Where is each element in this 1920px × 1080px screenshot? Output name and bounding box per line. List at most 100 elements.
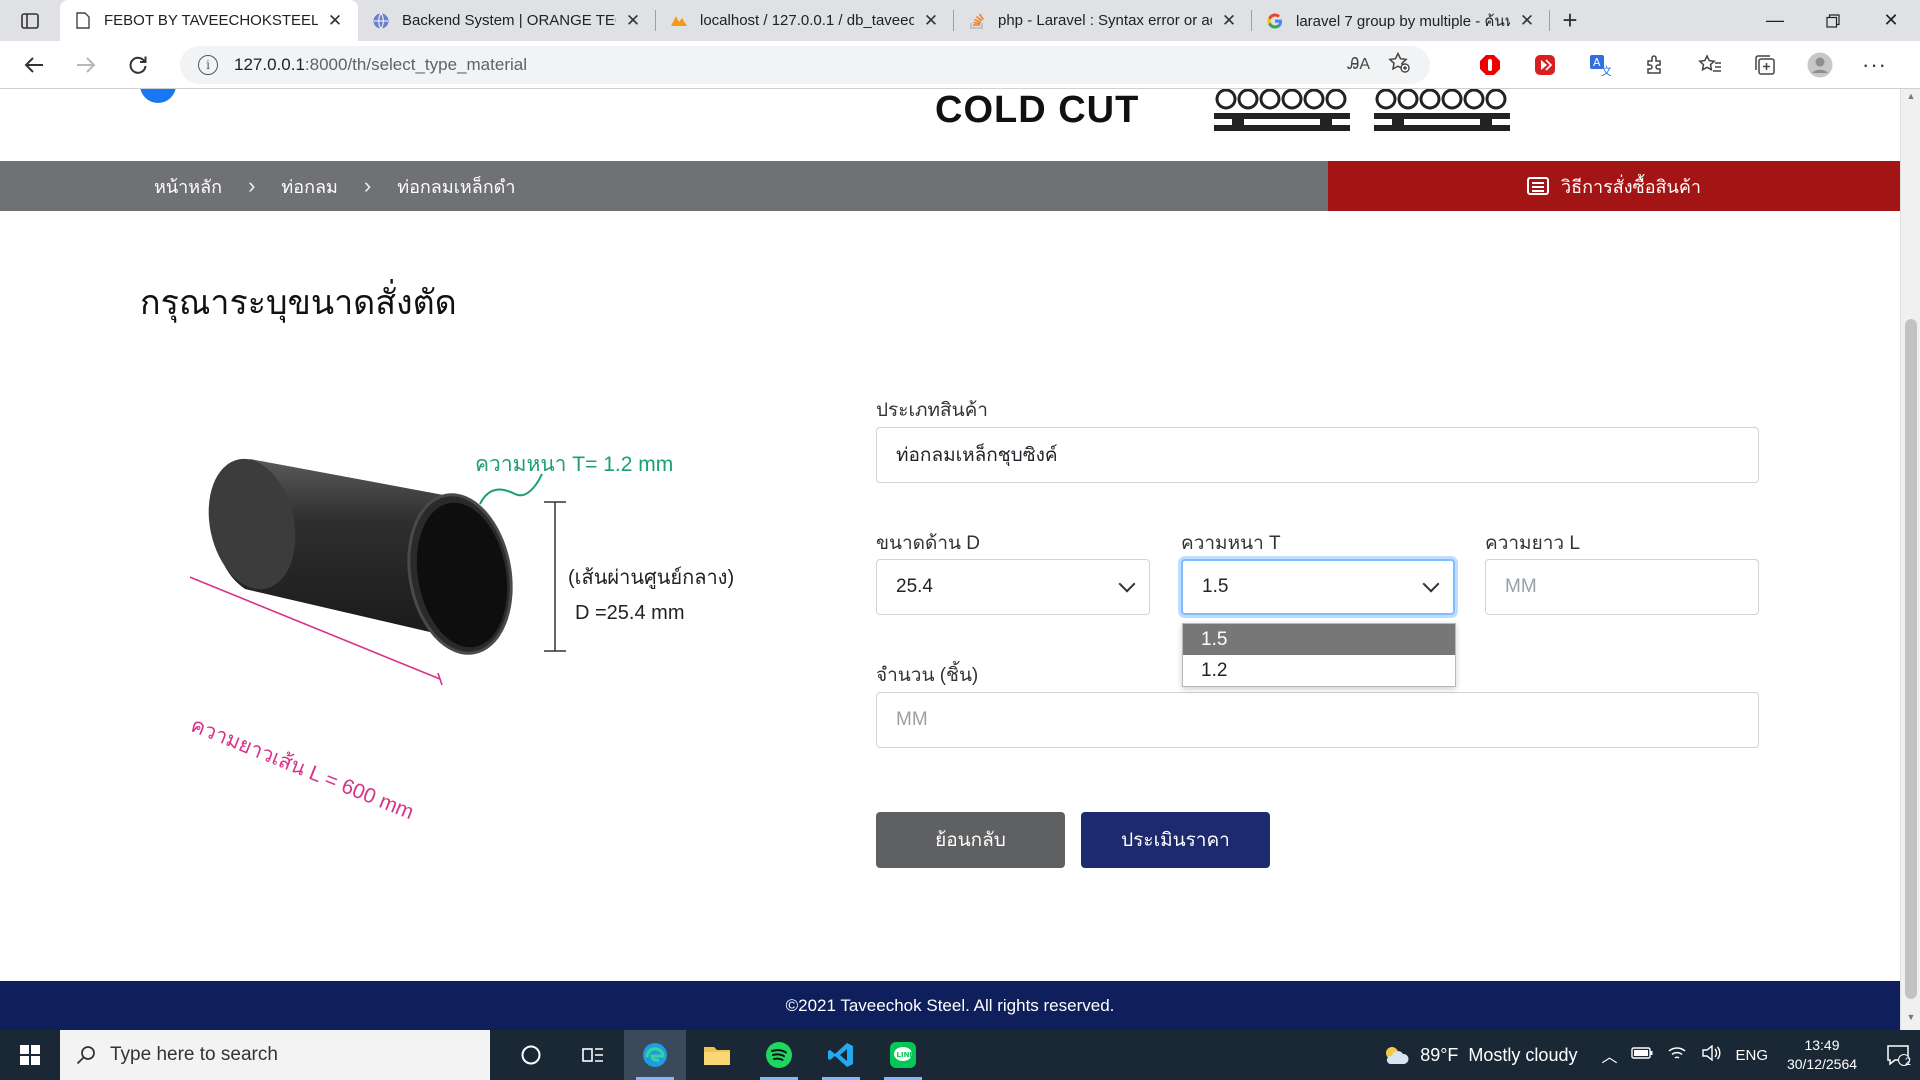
facebook-icon[interactable] — [140, 89, 176, 103]
volume-icon[interactable] — [1701, 1044, 1721, 1066]
chevron-down-icon — [1422, 575, 1440, 593]
collections-icon[interactable] — [1737, 41, 1792, 89]
thickness-label: ความหนา T — [1181, 533, 1281, 554]
read-aloud-icon[interactable]: ᎯA — [1348, 56, 1370, 74]
url-path: :8000/th/select_type_material — [304, 55, 527, 74]
stackoverflow-icon — [968, 12, 986, 30]
minimize-icon[interactable]: — — [1746, 0, 1804, 41]
thickness-option[interactable]: 1.2 — [1183, 655, 1455, 686]
diameter-select[interactable]: 25.4 — [876, 559, 1150, 615]
svg-text:文: 文 — [1601, 64, 1611, 76]
pipe-stack-icon — [1214, 89, 1350, 131]
tab-close-icon[interactable]: ✕ — [624, 11, 642, 31]
page-scrollbar[interactable]: ▲ ▼ — [1900, 89, 1920, 1030]
browser-tab-febot[interactable]: FEBOT BY TAVEECHOKSTEEL ✕ — [60, 0, 358, 41]
thickness-dropdown-list: 1.5 1.2 — [1182, 623, 1456, 687]
length-label: ความยาว L — [1485, 533, 1580, 554]
thickness-select[interactable]: 1.5 — [1181, 559, 1455, 615]
weather-temperature: 89°F — [1420, 1044, 1459, 1065]
product-type-label: ประเภทสินค้า — [876, 400, 988, 421]
tab-title: localhost / 127.0.0.1 / db_taveech — [700, 12, 914, 29]
quantity-label: จำนวน (ชิ้น) — [876, 665, 979, 686]
new-tab-button[interactable]: + — [1550, 0, 1590, 41]
browser-toolbar: i 127.0.0.1:8000/th/select_type_material… — [0, 41, 1920, 89]
windows-taskbar: Type here to search LINE 89°F Mostly clo… — [0, 1030, 1920, 1080]
address-bar[interactable]: i 127.0.0.1:8000/th/select_type_material… — [180, 46, 1430, 84]
diameter-label: ขนาดด้าน D — [876, 533, 980, 554]
evaluate-price-button[interactable]: ประเมินราคา — [1081, 812, 1270, 868]
restore-icon[interactable] — [1804, 0, 1862, 41]
browser-tab-bar: FEBOT BY TAVEECHOKSTEEL ✕ Backend System… — [0, 0, 1920, 41]
thickness-value: 1.5 — [1202, 576, 1229, 597]
start-button[interactable] — [0, 1030, 60, 1080]
extensions-icon[interactable] — [1627, 41, 1682, 89]
scrollbar-thumb[interactable] — [1905, 319, 1917, 999]
line-app-icon[interactable]: LINE — [872, 1030, 934, 1080]
edge-taskbar-icon[interactable] — [624, 1030, 686, 1080]
system-tray: 89°F Mostly cloudy ︿ ENG 13:49 30/12/256… — [1382, 1030, 1920, 1080]
back-button[interactable]: ย้อนกลับ — [876, 812, 1065, 868]
taskbar-search-box[interactable]: Type here to search — [60, 1030, 490, 1080]
google-icon — [1266, 12, 1284, 30]
task-view-icon[interactable] — [562, 1030, 624, 1080]
wifi-icon[interactable] — [1667, 1045, 1687, 1066]
vscode-icon[interactable] — [810, 1030, 872, 1080]
illustration-thickness-label: ความหนา T= 1.2 mm — [475, 453, 674, 476]
tab-close-icon[interactable]: ✕ — [1220, 11, 1238, 31]
how-to-order-button[interactable]: วิธีการสั่งซื้อสินค้า — [1328, 161, 1900, 211]
clock-date: 30/12/2564 — [1786, 1056, 1858, 1072]
spotify-icon[interactable] — [748, 1030, 810, 1080]
browser-tab-phpmyadmin[interactable]: localhost / 127.0.0.1 / db_taveech ✕ — [656, 0, 954, 41]
scroll-up-icon[interactable]: ▲ — [1901, 91, 1920, 107]
favorites-icon[interactable] — [1682, 41, 1737, 89]
breadcrumb-black-steel-pipe[interactable]: ท่อกลมเหล็กดำ — [397, 172, 515, 201]
browser-tab-backend[interactable]: Backend System | ORANGE TECH ✕ — [358, 0, 656, 41]
file-explorer-icon[interactable] — [686, 1030, 748, 1080]
taskbar-clock[interactable]: 13:49 30/12/2564 — [1782, 1036, 1862, 1074]
settings-more-icon[interactable]: ··· — [1847, 41, 1902, 89]
video-extension-icon[interactable] — [1517, 41, 1572, 89]
svg-text:A: A — [1593, 56, 1601, 69]
thickness-option[interactable]: 1.5 — [1183, 624, 1455, 655]
taskbar-search-placeholder: Type here to search — [110, 1044, 278, 1065]
page-title: กรุณาระบุขนาดสั่งตัด — [140, 284, 457, 322]
browser-tab-stackoverflow[interactable]: php - Laravel : Syntax error or ac ✕ — [954, 0, 1252, 41]
breadcrumb-home[interactable]: หน้าหลัก — [154, 172, 222, 201]
back-nav-icon[interactable] — [8, 41, 60, 89]
cortana-icon[interactable] — [500, 1030, 562, 1080]
tab-title: FEBOT BY TAVEECHOKSTEEL — [104, 12, 318, 29]
input-language[interactable]: ENG — [1735, 1047, 1768, 1064]
svg-text:LINE: LINE — [897, 1051, 915, 1059]
profile-avatar-icon[interactable] — [1792, 41, 1847, 89]
illustration-diameter-label: (เส้นผ่านศูนย์กลาง) — [568, 567, 735, 589]
site-header: COLD CUT — [0, 89, 1900, 161]
scroll-down-icon[interactable]: ▼ — [1901, 1012, 1920, 1028]
site-info-icon[interactable]: i — [198, 55, 218, 75]
url-host: 127.0.0.1 — [234, 55, 305, 74]
translate-extension-icon[interactable]: A文 — [1572, 41, 1627, 89]
browser-tab-google[interactable]: laravel 7 group by multiple - ค้นห ✕ — [1252, 0, 1550, 41]
forward-nav-icon[interactable] — [60, 41, 112, 89]
breadcrumb: หน้าหลัก › ท่อกลม › ท่อกลมเหล็กดำ — [154, 161, 515, 211]
diameter-value: 25.4 — [896, 576, 933, 597]
chevron-up-icon[interactable]: ︿ — [1601, 1043, 1617, 1067]
battery-icon[interactable] — [1631, 1046, 1653, 1064]
refresh-icon[interactable] — [112, 41, 164, 89]
adblock-extension-icon[interactable] — [1462, 41, 1517, 89]
length-input[interactable]: MM — [1485, 559, 1759, 615]
quantity-input[interactable]: MM — [876, 692, 1759, 748]
tab-title: laravel 7 group by multiple - ค้นห — [1296, 12, 1510, 30]
close-window-icon[interactable]: ✕ — [1862, 0, 1920, 41]
tab-close-icon[interactable]: ✕ — [326, 11, 344, 31]
site-footer: ©2021 Taveechok Steel. All rights reserv… — [0, 981, 1900, 1030]
notification-center-icon[interactable]: 2 — [1876, 1030, 1920, 1080]
how-to-order-label: วิธีการสั่งซื้อสินค้า — [1560, 176, 1701, 197]
tab-actions-button[interactable] — [0, 0, 60, 41]
tab-close-icon[interactable]: ✕ — [1518, 11, 1536, 31]
add-favorite-icon[interactable] — [1388, 51, 1410, 78]
breadcrumb-round-pipe[interactable]: ท่อกลม — [281, 172, 337, 201]
weather-widget[interactable]: 89°F Mostly cloudy — [1382, 1044, 1577, 1066]
product-type-field[interactable]: ท่อกลมเหล็กชุบซิงค์ — [876, 427, 1759, 483]
tab-close-icon[interactable]: ✕ — [922, 11, 940, 31]
cloud-icon — [1386, 1047, 1409, 1064]
